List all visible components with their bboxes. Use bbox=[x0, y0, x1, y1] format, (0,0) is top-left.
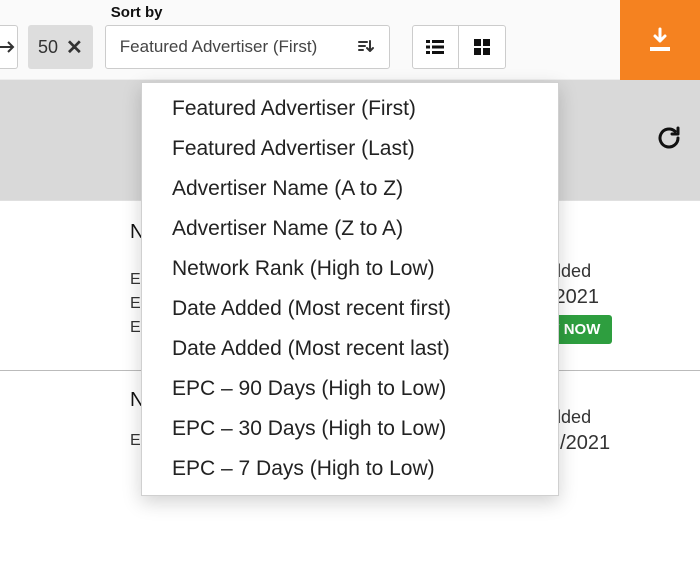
list-icon bbox=[426, 40, 444, 54]
sort-option[interactable]: Featured Advertiser (Last) bbox=[142, 129, 558, 169]
sort-group: Sort by Featured Advertiser (First) bbox=[105, 4, 390, 69]
close-icon[interactable]: ✕ bbox=[66, 35, 83, 60]
sort-option[interactable]: Advertiser Name (A to Z) bbox=[142, 169, 558, 209]
sort-option[interactable]: Date Added (Most recent last) bbox=[142, 329, 558, 369]
arrow-right-icon bbox=[0, 40, 15, 54]
page-size-chip[interactable]: 50 ✕ bbox=[28, 25, 93, 69]
sort-desc-icon bbox=[357, 39, 375, 55]
sort-option[interactable]: Featured Advertiser (First) bbox=[142, 89, 558, 129]
next-page-button[interactable] bbox=[0, 25, 18, 69]
download-icon bbox=[646, 27, 674, 53]
sort-option[interactable]: Date Added (Most recent first) bbox=[142, 289, 558, 329]
page-size-value: 50 bbox=[38, 37, 58, 58]
grid-view-button[interactable] bbox=[459, 26, 505, 68]
sort-option[interactable]: EPC – 30 Days (High to Low) bbox=[142, 409, 558, 449]
refresh-button[interactable] bbox=[656, 125, 682, 151]
refresh-icon bbox=[656, 125, 682, 151]
grid-icon bbox=[474, 39, 490, 55]
sort-label: Sort by bbox=[105, 4, 390, 21]
sort-dropdown: Featured Advertiser (First)Featured Adve… bbox=[141, 82, 559, 496]
sort-select[interactable]: Featured Advertiser (First) bbox=[105, 25, 390, 69]
toolbar: 50 ✕ Sort by Featured Advertiser (First) bbox=[0, 0, 700, 80]
sort-option[interactable]: EPC – 90 Days (High to Low) bbox=[142, 369, 558, 409]
view-toggle bbox=[412, 25, 506, 69]
sort-option[interactable]: EPC – 7 Days (High to Low) bbox=[142, 449, 558, 489]
sort-option[interactable]: Network Rank (High to Low) bbox=[142, 249, 558, 289]
sort-option[interactable]: Advertiser Name (Z to A) bbox=[142, 209, 558, 249]
list-view-button[interactable] bbox=[413, 26, 459, 68]
sort-selected-value: Featured Advertiser (First) bbox=[120, 37, 317, 57]
download-button[interactable] bbox=[620, 0, 700, 80]
